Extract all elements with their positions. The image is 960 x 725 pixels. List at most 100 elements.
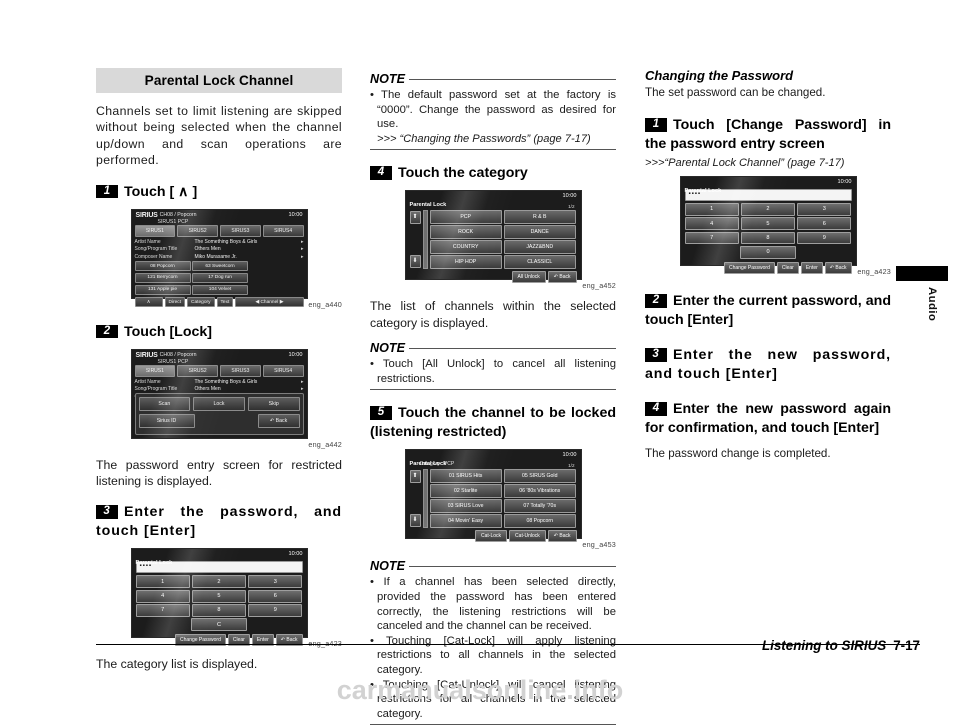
key-3[interactable]: 3 — [797, 203, 852, 216]
channel-item[interactable]: 01 SIRUS Hits — [429, 469, 502, 483]
keypad-row: 1 2 3 — [684, 203, 852, 216]
all-unlock-button[interactable]: All Unlock — [511, 270, 546, 283]
skip-button[interactable]: Skip — [247, 396, 300, 411]
preset-button-3[interactable]: SIRUS3 — [220, 224, 261, 237]
key-8[interactable]: 8 — [191, 604, 247, 617]
screenshot-password-keypad-2: Parental Lock 10:00 ▪▪▪▪ 1 2 3 4 5 6 7 8… — [680, 177, 856, 274]
back-button[interactable]: ↶ Back — [547, 529, 577, 542]
key-1[interactable]: 1 — [135, 575, 190, 589]
preset-button-1[interactable]: SIRUS1 — [134, 224, 176, 237]
channel-button[interactable]: 104 Velvet — [192, 284, 248, 295]
scrollbar-track[interactable] — [422, 469, 428, 528]
metadata-value: The Something Boys & Girls — [194, 239, 258, 246]
key-1[interactable]: 1 — [684, 203, 739, 216]
back-button[interactable]: ↶ Back — [824, 261, 852, 274]
category-item[interactable]: DANCE — [503, 225, 576, 239]
preset-button-2[interactable]: SIRUS2 — [177, 364, 218, 377]
key-0[interactable]: C — [191, 618, 247, 632]
page-footer: Listening to SIRIUS 7-17 — [762, 638, 920, 653]
cat-unlock-button[interactable]: Cat-Unlock — [509, 529, 546, 542]
key-9[interactable]: 9 — [248, 604, 303, 617]
text-button[interactable]: Text — [216, 296, 234, 308]
category-item[interactable]: COUNTRY — [429, 240, 502, 254]
channel-item[interactable]: 03 SIRUS Love — [429, 499, 502, 513]
scan-button[interactable]: Scan — [138, 396, 191, 411]
note-rule — [408, 78, 616, 80]
lock-button[interactable]: Lock — [193, 396, 245, 411]
channel-item[interactable]: 04 Movin' Easy — [429, 514, 502, 528]
metadata-label: Composer Name — [134, 253, 173, 260]
metadata-row[interactable]: Composer Name Miko Murasame Jr. ▸ — [135, 253, 304, 260]
key-4[interactable]: 4 — [684, 217, 739, 231]
scrollbar-track[interactable] — [422, 210, 428, 269]
scroll-down-icon[interactable]: ⬇ — [409, 254, 421, 268]
category-item[interactable]: HIP HOP — [429, 255, 502, 269]
channel-item[interactable]: 08 Popcorn — [503, 514, 576, 528]
step-5: 5 Touch the channel to be locked (listeni… — [370, 404, 616, 442]
prev-icon: ◀ — [255, 299, 260, 305]
radio-topbar: SIRIUS CH08 / Popcorn 10:00 SIRUS1 PCP — [132, 350, 307, 365]
up-button[interactable]: ∧ — [134, 296, 163, 308]
change-password-button[interactable]: Change Password — [724, 261, 775, 274]
clear-button[interactable]: Clear — [776, 261, 799, 274]
step-number: 3 — [96, 505, 118, 519]
metadata-row[interactable]: Song/Program Title Others Men ▸ — [135, 386, 304, 393]
channel-button[interactable]: 63 Sweetcorn — [192, 261, 248, 272]
category-item[interactable]: JAZZ&BND — [503, 240, 576, 254]
back-label: Back — [559, 273, 571, 280]
channel-item[interactable]: 06 '80s Vibrations — [503, 484, 576, 498]
category-item[interactable]: PCP — [429, 210, 502, 224]
preset-button-1[interactable]: SIRUS1 — [134, 364, 176, 377]
key-5[interactable]: 5 — [740, 217, 796, 231]
key-3[interactable]: 3 — [248, 575, 303, 589]
note-text: If a channel has been selected directly,… — [377, 576, 617, 633]
category-item[interactable]: R & B — [503, 210, 576, 224]
enter-button[interactable]: Enter — [800, 261, 823, 274]
key-7[interactable]: 7 — [135, 604, 190, 617]
step-number: 1 — [645, 118, 667, 132]
sirius-id-button[interactable]: Sirius ID — [138, 413, 195, 428]
sirius-logo: SIRIUS — [135, 351, 158, 359]
category-item[interactable]: ROCK — [429, 225, 502, 239]
key-6[interactable]: 6 — [248, 589, 303, 603]
channel-item[interactable]: 02 Starlite — [429, 484, 502, 498]
key-2[interactable]: 2 — [191, 575, 247, 589]
channel-button[interactable]: 121 Berrycorn — [134, 272, 191, 284]
key-5[interactable]: 5 — [191, 589, 247, 603]
key-2[interactable]: 2 — [740, 203, 796, 216]
note-text: Touch [All Unlock] to cancel all listeni… — [377, 358, 617, 385]
back-label: Back — [286, 637, 298, 644]
preset-button-4[interactable]: SIRUS4 — [262, 364, 304, 377]
channel-button[interactable]: 08 Popcorn — [134, 261, 191, 272]
metadata-row[interactable]: Artist Name The Something Boys & Girls ▸ — [135, 239, 304, 246]
metadata-row[interactable]: Song/Program Title Others Men ▸ — [135, 246, 304, 253]
channel-button[interactable]: 131 Apple pie — [134, 284, 191, 295]
key-8[interactable]: 8 — [740, 231, 796, 245]
preset-button-4[interactable]: SIRUS4 — [262, 224, 304, 237]
back-button[interactable]: ↶ Back — [547, 270, 577, 283]
key-6[interactable]: 6 — [797, 217, 852, 231]
metadata-row[interactable]: Artist Name The Something Boys & Girls ▸ — [135, 379, 304, 386]
cat-lock-button[interactable]: Cat-Lock — [475, 529, 508, 542]
back-button[interactable]: ↶ Back — [257, 413, 300, 428]
key-0[interactable]: 0 — [740, 245, 796, 259]
channel-item[interactable]: 05 SIRUS Gold — [503, 469, 576, 483]
channel-button[interactable]: 17 Dog run — [192, 272, 248, 284]
channel-item[interactable]: 07 Totally '70s — [503, 499, 576, 513]
up-arrow-icon: ∧ — [178, 183, 189, 200]
preset-button-2[interactable]: SIRUS2 — [177, 224, 218, 237]
key-9[interactable]: 9 — [797, 231, 852, 245]
scroll-up-icon[interactable]: ⬆ — [409, 211, 421, 225]
scroll-up-icon[interactable]: ⬆ — [409, 470, 421, 484]
step-text: Touch [Change Password] in the password … — [645, 117, 891, 152]
step-text: Touch the channel to be locked (listenin… — [370, 405, 616, 441]
key-7[interactable]: 7 — [684, 231, 739, 245]
channel-stepper[interactable]: ◀ Channel ▶ — [235, 296, 304, 308]
step-text: Enter the password, and touch [Enter] — [96, 504, 342, 540]
direct-button[interactable]: Direct — [164, 296, 186, 308]
category-item[interactable]: CLASSICL — [503, 255, 576, 269]
category-button[interactable]: Category — [187, 296, 215, 308]
preset-button-3[interactable]: SIRUS3 — [220, 364, 261, 377]
scroll-down-icon[interactable]: ⬇ — [409, 513, 421, 527]
key-4[interactable]: 4 — [135, 589, 190, 603]
